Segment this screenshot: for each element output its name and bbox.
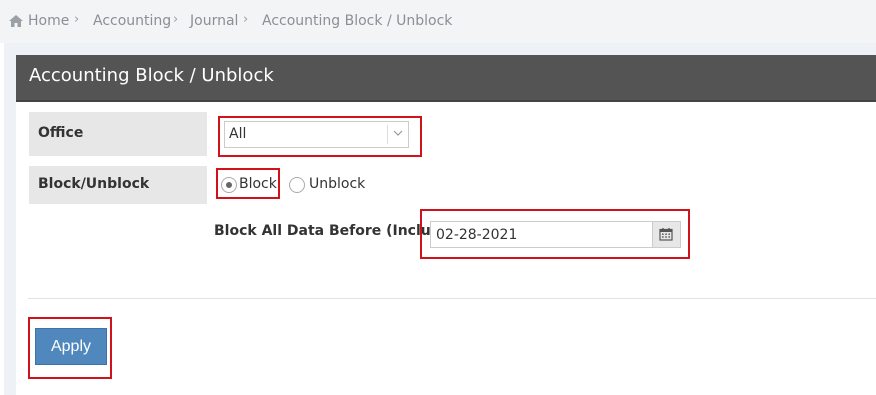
chevron-right-icon: › (243, 12, 249, 27)
highlight-apply (28, 317, 112, 379)
office-label: Office (38, 125, 84, 141)
highlight-date (420, 209, 690, 259)
breadcrumb: Home › Accounting › Journal › Accounting… (0, 0, 876, 43)
highlight-office (218, 116, 422, 157)
unblock-radio[interactable] (289, 177, 305, 193)
page-title: Accounting Block / Unblock (29, 65, 274, 86)
home-icon (9, 15, 23, 27)
breadcrumb-home[interactable]: Home (28, 13, 69, 29)
breadcrumb-journal[interactable]: Journal (190, 13, 238, 29)
chevron-right-icon: › (173, 12, 179, 27)
chevron-right-icon: › (74, 12, 80, 27)
left-edge (0, 43, 4, 395)
breadcrumb-current: Accounting Block / Unblock (262, 13, 453, 29)
panel-header: Accounting Block / Unblock (16, 55, 876, 102)
office-label-cell: Office (29, 112, 207, 156)
divider (28, 298, 876, 299)
block-unblock-label: Block/Unblock (38, 176, 150, 192)
breadcrumb-accounting[interactable]: Accounting (93, 13, 171, 29)
block-label-cell: Block/Unblock (29, 166, 207, 204)
unblock-radio-label[interactable]: Unblock (309, 176, 365, 192)
highlight-block (216, 168, 280, 199)
